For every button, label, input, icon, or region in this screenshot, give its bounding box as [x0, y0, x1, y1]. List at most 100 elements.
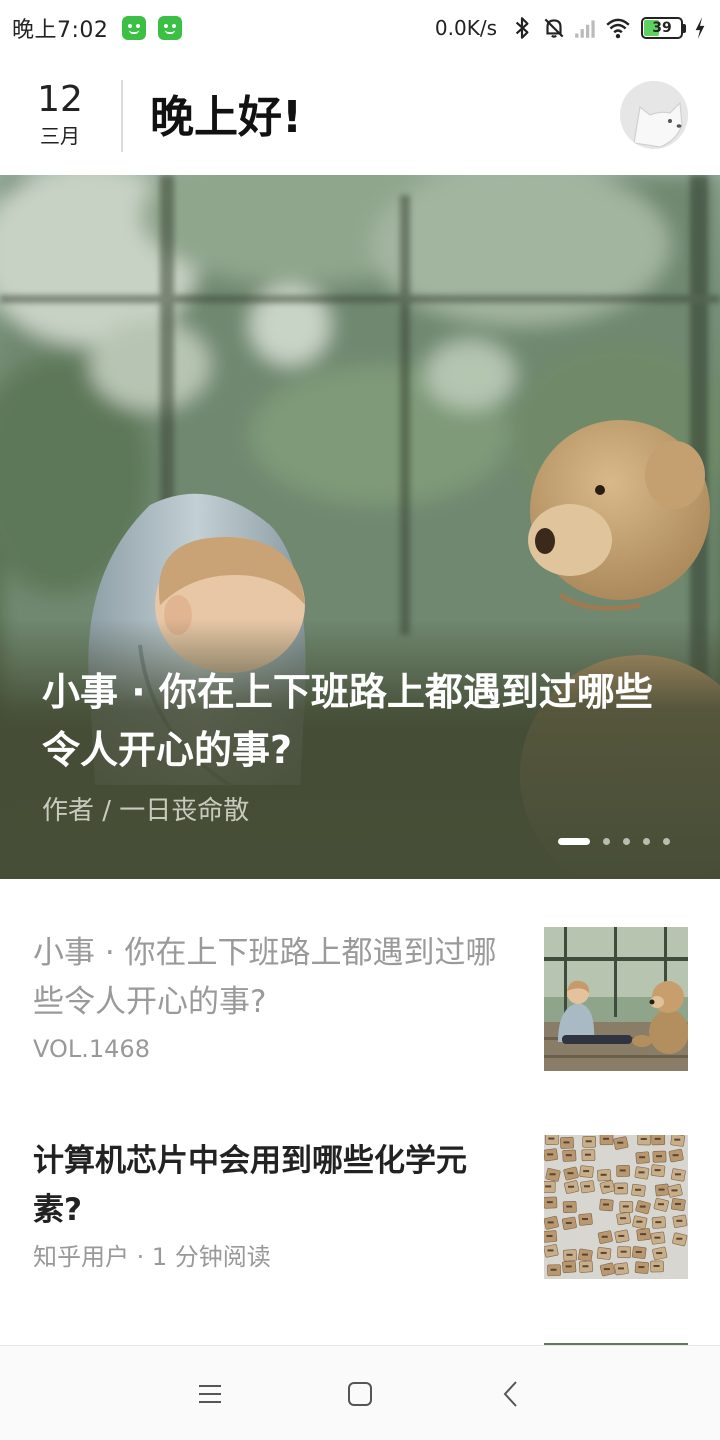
element-tile-mark — [548, 1137, 555, 1140]
thumb-photo — [544, 927, 688, 1071]
bluetooth-icon — [515, 17, 529, 39]
battery-cap — [683, 23, 686, 33]
element-tile-mark — [620, 1250, 627, 1253]
date-box: 12 三月 — [24, 78, 96, 150]
element-tile-mark — [547, 1249, 554, 1252]
element-tile-mark — [658, 1188, 665, 1191]
element-tile-mark — [583, 1170, 590, 1173]
element-tiles-image — [544, 1135, 688, 1279]
element-tile-mark — [635, 1188, 642, 1191]
date-month: 三月 — [40, 124, 80, 148]
signal-icon — [575, 20, 595, 38]
element-tile-mark — [655, 1155, 662, 1158]
element-tile-mark — [617, 1141, 624, 1144]
hero-title[interactable]: 小事 · 你在上下班路上都遇到过哪些令人开心的事? — [42, 663, 682, 779]
element-tile-mark — [639, 1205, 646, 1208]
element-tile-mark — [565, 1265, 572, 1268]
avatar[interactable] — [620, 81, 688, 149]
element-tile-mark — [565, 1154, 572, 1157]
wifi-icon — [606, 18, 630, 39]
carousel-dot[interactable] — [663, 838, 670, 845]
list-item[interactable]: 小事 · 你在上下班路上都遇到过哪些令人开心的事? VOL.1468 — [0, 927, 720, 1137]
element-tile-mark — [603, 1137, 610, 1140]
element-tile-mark — [635, 1250, 642, 1253]
back-button[interactable] — [492, 1374, 532, 1414]
status-bar: 晚上7:02 0.0K/s 39 — [0, 0, 720, 56]
element-tile-mark — [676, 1219, 683, 1222]
element-tile-mark — [638, 1171, 645, 1174]
list-item[interactable]: 计算机芯片中会用到哪些化学元素? 知乎用户 · 1 分钟阅读 — [0, 1135, 720, 1345]
header-divider — [121, 80, 123, 152]
element-tile-mark — [619, 1169, 626, 1172]
menu-button[interactable] — [190, 1374, 230, 1414]
element-tile-mark — [584, 1153, 591, 1156]
carousel-dot[interactable] — [643, 838, 650, 845]
element-tile-mark — [585, 1140, 592, 1143]
element-tile-mark — [671, 1189, 678, 1192]
element-tile-mark — [640, 1233, 647, 1236]
element-tile-mark — [656, 1252, 663, 1255]
app-notification-icon — [122, 16, 147, 40]
status-time: 晚上7:02 — [12, 18, 109, 43]
child-and-teddy-bear-image — [544, 927, 688, 1071]
element-tile-mark — [654, 1169, 661, 1172]
app-notification-icon — [158, 16, 183, 40]
element-tile-mark — [617, 1267, 624, 1270]
element-tile-mark — [640, 1137, 647, 1140]
element-tile-mark — [601, 1235, 608, 1238]
carousel-dot[interactable] — [623, 838, 630, 845]
thumb-photo — [544, 1135, 688, 1279]
element-tile-mark — [600, 1173, 607, 1176]
menu-icon — [199, 1385, 221, 1403]
element-tile-mark — [600, 1251, 607, 1254]
hero-author: 作者 / 一日丧命散 — [42, 796, 250, 826]
battery-icon: 39 — [641, 17, 683, 39]
list-item-meta: VOL.1468 — [33, 1035, 150, 1063]
element-tile-mark — [547, 1221, 554, 1224]
element-tile-mark — [639, 1156, 646, 1159]
element-tile-mark — [566, 1205, 573, 1208]
element-tile-mark — [638, 1266, 645, 1269]
element-tile-mark — [653, 1265, 660, 1268]
element-tile-mark — [546, 1235, 553, 1238]
element-tile-mark — [674, 1173, 681, 1176]
element-tile-mark — [545, 1185, 552, 1188]
hero-banner[interactable]: 小事 · 你在上下班路上都遇到过哪些令人开心的事? 作者 / 一日丧命散 — [0, 175, 720, 879]
element-tile-mark — [581, 1253, 588, 1256]
carousel-dot-active[interactable] — [558, 838, 590, 845]
element-tile-mark — [549, 1173, 556, 1176]
element-tile-mark — [622, 1205, 629, 1208]
home-square-icon — [348, 1382, 372, 1406]
element-tile — [599, 1135, 614, 1146]
element-tile-mark — [582, 1265, 589, 1268]
system-nav-bar — [0, 1345, 720, 1440]
home-button[interactable] — [340, 1374, 380, 1414]
element-tile-mark — [672, 1154, 679, 1157]
element-tile-mark — [602, 1203, 609, 1206]
carousel-indicator[interactable] — [558, 838, 670, 845]
element-tile-mark — [654, 1236, 661, 1239]
element-tile-mark — [566, 1253, 573, 1256]
element-tile-mark — [620, 1217, 627, 1220]
network-speed: 0.0K/s — [434, 16, 497, 40]
element-tile — [651, 1135, 666, 1146]
element-tile-mark — [676, 1237, 683, 1240]
list-item-title: 小事 · 你在上下班路上都遇到过哪些令人开心的事? — [33, 935, 497, 1020]
date-day: 12 — [37, 79, 83, 120]
header: 12 三月 晚上好! — [0, 60, 720, 172]
element-tile — [670, 1135, 686, 1147]
element-tile-mark — [582, 1218, 589, 1221]
mute-icon — [544, 18, 564, 38]
element-tile-mark — [563, 1141, 570, 1144]
carousel-dot[interactable] — [603, 838, 610, 845]
list-item-text: 小事 · 你在上下班路上都遇到过哪些令人开心的事? VOL.1468 — [33, 929, 513, 1067]
element-tile-mark — [546, 1201, 553, 1204]
greeting-title: 晚上好! — [150, 92, 303, 143]
element-tile-mark — [655, 1221, 662, 1224]
battery-percent: 39 — [652, 20, 672, 36]
element-tile-mark — [636, 1220, 643, 1223]
status-bar-right: 0.0K/s 39 — [435, 15, 708, 41]
dog-avatar-icon — [620, 81, 688, 149]
back-chevron-icon — [503, 1381, 517, 1407]
element-tile-mark — [618, 1234, 625, 1237]
